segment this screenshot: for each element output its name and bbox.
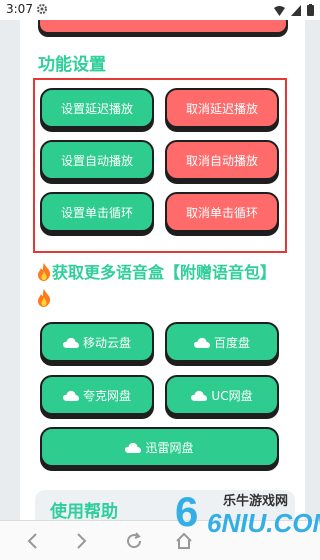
button-label: 迅雷网盘: [145, 440, 194, 455]
refresh-button[interactable]: [122, 529, 146, 553]
wifi-icon: [274, 5, 285, 16]
status-time: 3:07: [6, 2, 33, 16]
forward-button[interactable]: [70, 529, 94, 553]
cloud-icon: [125, 442, 142, 453]
status-indicators: [274, 4, 314, 16]
download-title-text: 获取更多语音盒【附赠语音包】: [52, 263, 277, 282]
fire-icon: [38, 289, 51, 307]
refresh-icon: [127, 532, 142, 549]
quark-disk-button[interactable]: 夸克网盘: [40, 375, 154, 415]
button-label: 设置延迟播放: [60, 101, 133, 116]
cancel-delay-play-button[interactable]: 取消延迟播放: [165, 88, 279, 128]
help-title: 使用帮助: [50, 502, 118, 520]
watermark-site-name: 乐牛游戏网: [223, 494, 289, 509]
button-label: 取消延迟播放: [185, 101, 258, 116]
set-auto-play-button[interactable]: 设置自动播放: [40, 140, 154, 180]
back-button[interactable]: [20, 529, 44, 553]
battery-icon: [307, 4, 314, 16]
cloud-icon: [62, 390, 79, 401]
button-label: 夸克网盘: [82, 388, 131, 403]
cancel-auto-play-button[interactable]: 取消自动播放: [165, 140, 279, 180]
set-delay-play-button[interactable]: 设置延迟播放: [40, 88, 154, 128]
uc-disk-button[interactable]: UC网盘: [165, 375, 279, 415]
settings-gear-icon: [37, 4, 47, 14]
button-label: 取消自动播放: [185, 153, 258, 168]
button-label: 设置自动播放: [60, 153, 133, 168]
button-label: 设置单击循环: [60, 205, 133, 220]
download-title: 获取更多语音盒【附赠语音包】: [36, 260, 286, 312]
watermark-logo-text: 6NIU.COM: [207, 508, 320, 538]
watermark-logo-six: 6: [175, 488, 199, 535]
cancel-click-loop-button[interactable]: 取消单击循环: [165, 192, 279, 232]
scrolled-button-remnant[interactable]: [38, 20, 288, 34]
signal-icon: [291, 4, 301, 16]
button-label: 百度盘: [213, 335, 250, 350]
button-label: 移动云盘: [82, 335, 131, 350]
button-label: 取消单击循环: [185, 205, 258, 220]
status-bar: 3:07: [0, 0, 320, 20]
button-label: UC网盘: [211, 388, 253, 403]
cloud-icon: [193, 337, 210, 348]
site-watermark: 6 6NIU.COM 乐牛游戏网: [175, 478, 320, 538]
cloud-icon: [62, 337, 79, 348]
settings-title: 功能设置: [38, 55, 106, 75]
page-content: 功能设置 设置延迟播放 取消延迟播放 设置自动播放 取消自动播放 设置单击循环 …: [0, 20, 320, 520]
baidu-disk-button[interactable]: 百度盘: [165, 322, 279, 362]
chevron-right-icon: [77, 533, 87, 549]
cloud-icon: [191, 390, 208, 401]
set-click-loop-button[interactable]: 设置单击循环: [40, 192, 154, 232]
mobile-cloud-button[interactable]: 移动云盘: [40, 322, 154, 362]
fire-icon: [38, 263, 51, 281]
xunlei-disk-button[interactable]: 迅雷网盘: [40, 427, 279, 467]
chevron-left-icon: [27, 533, 37, 549]
